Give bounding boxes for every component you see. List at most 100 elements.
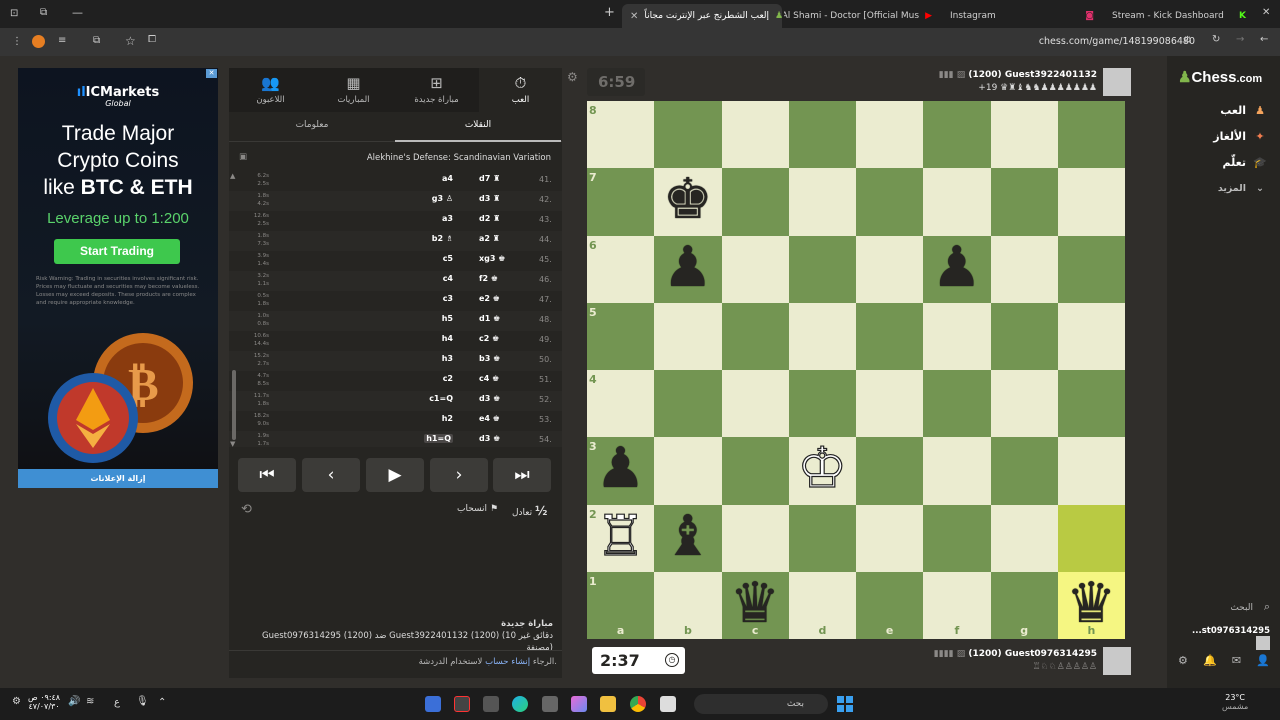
app-icon[interactable] bbox=[425, 696, 441, 712]
square-h2[interactable] bbox=[1057, 504, 1125, 572]
square-b5[interactable] bbox=[654, 302, 722, 370]
chess-logo[interactable]: ♟Chess.com bbox=[1178, 68, 1262, 86]
white-move[interactable]: d3 ♜ bbox=[479, 194, 539, 203]
play-moves-button[interactable]: ▶ bbox=[366, 458, 424, 492]
last-move-button[interactable]: ⏭ bbox=[493, 458, 551, 492]
white-move[interactable]: d3 ♚ bbox=[479, 394, 539, 403]
chess-board[interactable]: 8 7 6 5 4 3 2 1 a b c d e f g h ♚ ♟ ♟ ♟ ♔ ♖ ♝ ♛ ♛ bbox=[587, 101, 1125, 639]
close-tab-icon[interactable]: ✕ bbox=[1262, 7, 1270, 18]
tab-players[interactable]: 👥 اللاعبون bbox=[229, 68, 312, 112]
square-e6[interactable] bbox=[856, 235, 924, 303]
square-f2[interactable] bbox=[923, 504, 991, 572]
white-move[interactable]: xg3 ♚ bbox=[479, 254, 539, 263]
black-piece-a3[interactable]: ♟ bbox=[587, 437, 654, 504]
white-move[interactable]: a2 ♜ bbox=[479, 234, 539, 243]
square-f7[interactable] bbox=[923, 168, 991, 236]
tab-instagram[interactable]: Instagram ◙ bbox=[942, 4, 1102, 28]
friend-item[interactable]: ...st0976314295 bbox=[1178, 626, 1270, 650]
profile-icon[interactable] bbox=[32, 35, 45, 48]
forward-icon[interactable]: → bbox=[1236, 34, 1244, 45]
tab-youtube[interactable]: Al Shami - Doctor [Official Mus ▶ bbox=[784, 4, 940, 28]
white-move[interactable]: b3 ♚ bbox=[479, 354, 539, 363]
square-c7[interactable] bbox=[721, 168, 789, 236]
square-f8[interactable] bbox=[923, 101, 991, 169]
black-move[interactable]: c1=Q bbox=[395, 394, 453, 403]
square-b1[interactable]: b bbox=[654, 571, 722, 639]
ad-choices-icon[interactable]: ✕ bbox=[206, 69, 217, 78]
notifications-icon[interactable]: 🔔 bbox=[1203, 654, 1217, 670]
friends-icon[interactable]: 👤 bbox=[1256, 654, 1270, 670]
app-icon[interactable] bbox=[660, 696, 676, 712]
bookmark-icon[interactable]: ☆ bbox=[125, 34, 136, 48]
square-c3[interactable] bbox=[721, 437, 789, 505]
white-move[interactable]: f2 ♚ bbox=[479, 274, 539, 283]
square-g8[interactable] bbox=[990, 101, 1058, 169]
new-tab-icon[interactable]: + bbox=[604, 5, 615, 20]
start-trading-button[interactable]: Start Trading bbox=[54, 239, 180, 264]
square-h8[interactable] bbox=[1057, 101, 1125, 169]
square-a1[interactable]: 1a bbox=[587, 571, 655, 639]
square-b3[interactable] bbox=[654, 437, 722, 505]
advertisement[interactable]: ılICMarkets Global Trade Major Crypto Co… bbox=[18, 68, 218, 488]
black-piece-b7[interactable]: ♚ bbox=[654, 168, 721, 235]
black-move[interactable]: h4 bbox=[395, 334, 453, 343]
square-c2[interactable] bbox=[721, 504, 789, 572]
nav-learn[interactable]: تعلّم 🎓 bbox=[1178, 156, 1268, 178]
tab-info[interactable]: معلومات bbox=[229, 112, 395, 142]
square-d4[interactable] bbox=[788, 370, 856, 438]
square-g2[interactable] bbox=[990, 504, 1058, 572]
black-move[interactable]: c4 bbox=[395, 274, 453, 283]
resign-button[interactable]: انسحاب ⚑ bbox=[457, 504, 498, 514]
minimize-icon[interactable]: — bbox=[72, 6, 83, 19]
white-move[interactable]: d7 ♜ bbox=[479, 174, 539, 183]
black-move[interactable]: h2 bbox=[395, 414, 453, 423]
black-move[interactable]: a4 bbox=[395, 174, 453, 183]
black-piece-f6[interactable]: ♟ bbox=[923, 235, 990, 303]
microphone-icon[interactable]: 🎙 bbox=[136, 696, 149, 707]
sidebar-icon[interactable]: ≡ bbox=[58, 35, 66, 46]
site-settings-icon[interactable]: ⚙ bbox=[1183, 35, 1192, 46]
remove-ads-button[interactable]: إزالة الإعلانات bbox=[18, 469, 218, 488]
black-move[interactable]: c3 bbox=[395, 294, 453, 303]
square-d7[interactable] bbox=[788, 168, 856, 236]
square-a5[interactable]: 5 bbox=[587, 302, 655, 370]
nav-more[interactable]: المزيد ⌄ bbox=[1178, 183, 1268, 205]
extensions-icon[interactable]: ⧉ bbox=[93, 35, 100, 46]
close-icon[interactable]: ✕ bbox=[630, 11, 638, 22]
flip-board-icon[interactable]: ⟲ bbox=[241, 502, 252, 517]
black-move[interactable]: h3 bbox=[395, 354, 453, 363]
tab-chess[interactable]: ✕ إلعب الشطرنج عبر الإنترنت مجاناً ♟ bbox=[622, 4, 782, 28]
square-g4[interactable] bbox=[990, 370, 1058, 438]
square-e7[interactable] bbox=[856, 168, 924, 236]
previous-move-button[interactable]: ‹ bbox=[302, 458, 360, 492]
create-account-link[interactable]: إنشاء حساب bbox=[485, 657, 530, 667]
move-list[interactable]: 6.2s 2.5s a4 d7 ♜ 41. 1.8s 4.2s g3 ♙ d3 ♜ 42. 12.6… bbox=[229, 171, 562, 447]
scroll-up-icon[interactable]: ▲ bbox=[230, 172, 235, 180]
square-a7[interactable]: 7 bbox=[587, 168, 655, 236]
square-d5[interactable] bbox=[788, 302, 856, 370]
first-move-button[interactable]: ⏮ bbox=[238, 458, 296, 492]
square-g6[interactable] bbox=[990, 235, 1058, 303]
white-move[interactable]: d2 ♜ bbox=[479, 214, 539, 223]
menu-icon[interactable]: ⋮ bbox=[12, 36, 22, 47]
black-move[interactable]: g3 ♙ bbox=[395, 194, 453, 203]
square-e1[interactable]: e bbox=[856, 571, 924, 639]
square-c5[interactable] bbox=[721, 302, 789, 370]
square-f4[interactable] bbox=[923, 370, 991, 438]
tab-play[interactable]: ⏱ العب bbox=[479, 68, 562, 112]
square-e8[interactable] bbox=[856, 101, 924, 169]
square-h7[interactable] bbox=[1057, 168, 1125, 236]
square-e3[interactable] bbox=[856, 437, 924, 505]
store-icon[interactable] bbox=[542, 696, 558, 712]
back-icon[interactable]: ← bbox=[1260, 34, 1268, 45]
white-piece-d3[interactable]: ♔ bbox=[789, 436, 856, 504]
white-piece-a2[interactable]: ♖ bbox=[587, 503, 654, 572]
copilot-icon[interactable] bbox=[571, 696, 587, 712]
app-icon[interactable] bbox=[483, 696, 499, 712]
black-move[interactable]: h1=Q bbox=[395, 434, 453, 443]
square-b4[interactable] bbox=[654, 370, 722, 438]
white-move[interactable]: c4 ♚ bbox=[479, 374, 539, 383]
square-h6[interactable] bbox=[1057, 235, 1125, 303]
white-move[interactable]: e2 ♚ bbox=[479, 294, 539, 303]
square-e2[interactable] bbox=[856, 504, 924, 572]
